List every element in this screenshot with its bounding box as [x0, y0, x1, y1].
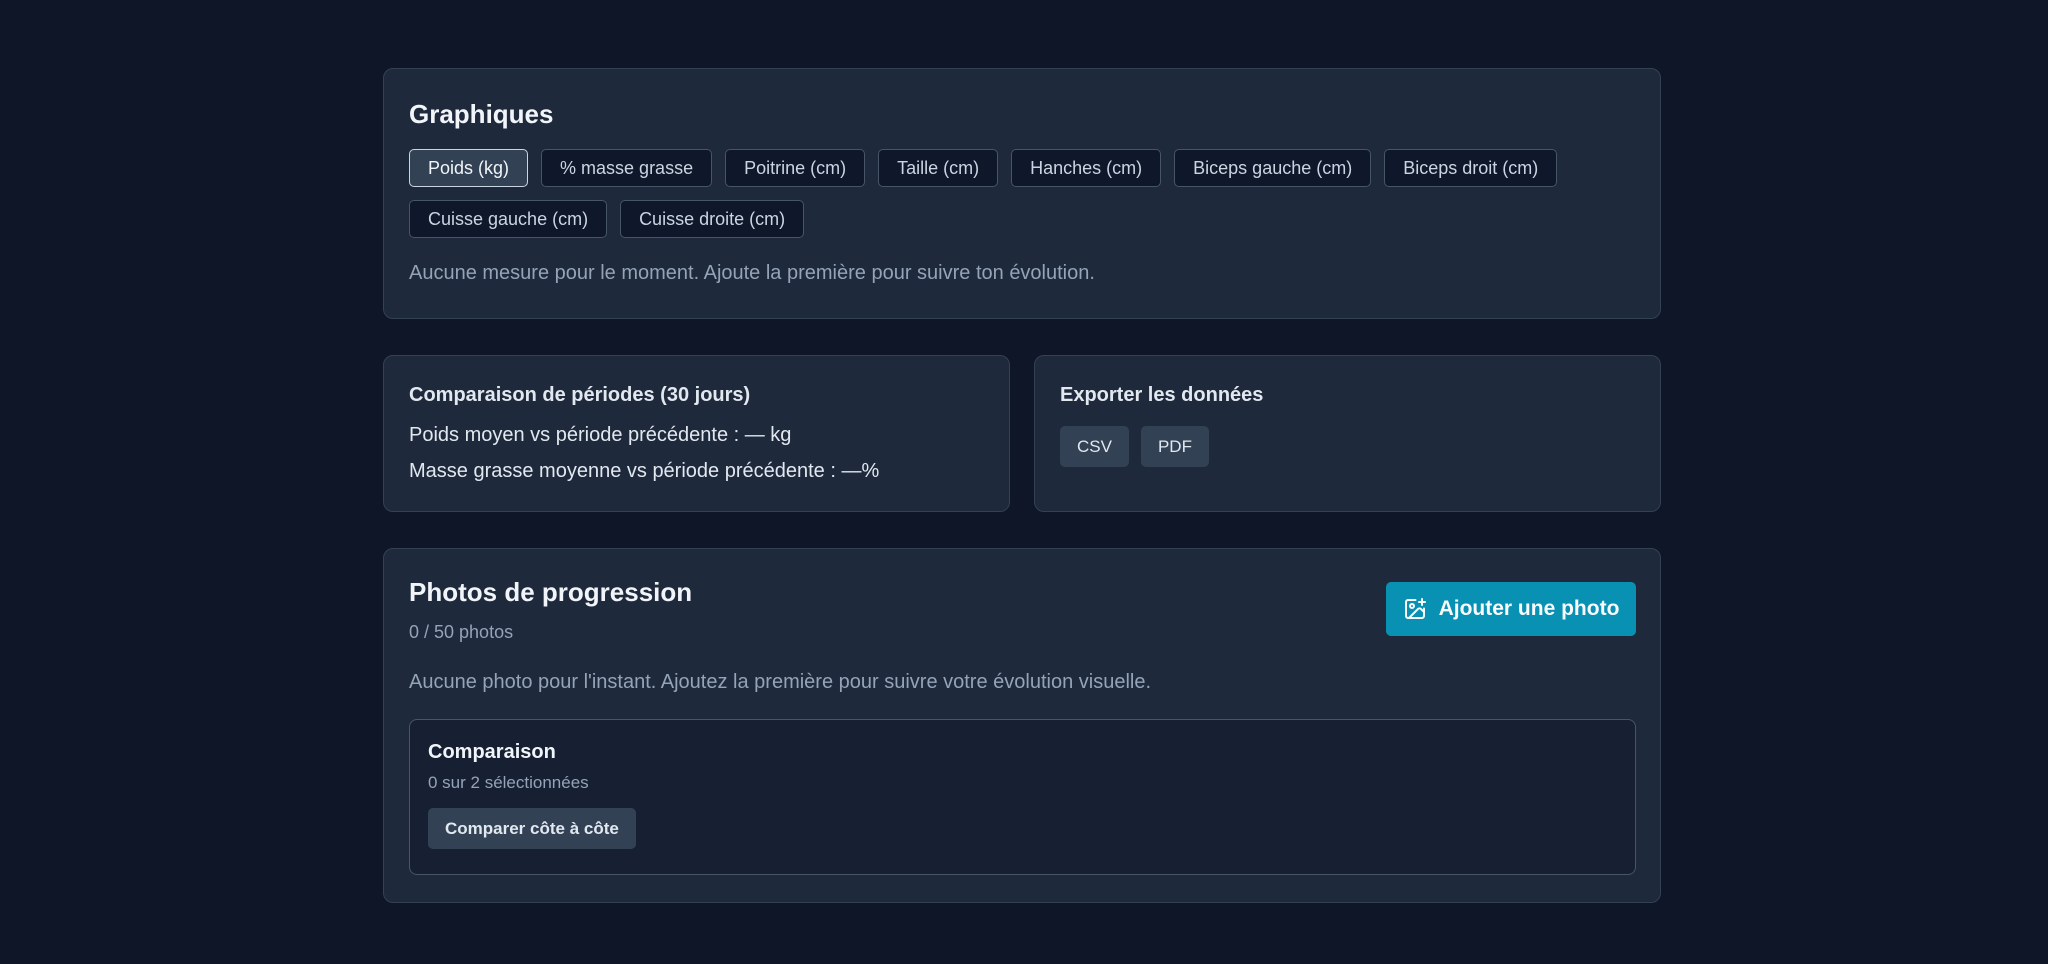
period-comparison-card: Comparaison de périodes (30 jours) Poids…: [383, 355, 1010, 512]
metric-chip-body-fat[interactable]: % masse grasse: [541, 149, 713, 187]
photos-empty-message: Aucune photo pour l'instant. Ajoutez la …: [409, 671, 1152, 693]
compare-side-by-side-button[interactable]: Comparer côte à côte: [428, 808, 636, 849]
period-comparison-title: Comparaison de périodes (30 jours): [409, 384, 751, 406]
photo-selection-count: 0 sur 2 sélectionnées: [428, 773, 589, 792]
export-title: Exporter les données: [1060, 384, 1264, 406]
metric-chip-left-biceps[interactable]: Biceps gauche (cm): [1174, 149, 1372, 187]
metric-chip-weight[interactable]: Poids (kg): [409, 149, 529, 187]
photo-comparison-panel: Comparaison 0 sur 2 sélectionnées Compar…: [409, 719, 1636, 875]
charts-empty-message: Aucune mesure pour le moment. Ajoute la …: [409, 262, 1095, 284]
add-photo-button[interactable]: Ajouter une photo: [1386, 582, 1636, 636]
add-photo-label: Ajouter une photo: [1438, 597, 1620, 620]
charts-card: Graphiques Poids (kg) % masse grasse Poi…: [383, 68, 1661, 319]
metric-chip-right-biceps[interactable]: Biceps droit (cm): [1384, 149, 1558, 187]
secondary-row: Comparaison de périodes (30 jours) Poids…: [383, 355, 1661, 512]
export-buttons: CSV PDF: [1060, 426, 1635, 467]
progress-photos-card: Photos de progression 0 / 50 photos Ajou…: [383, 548, 1661, 903]
weight-comparison-text: Poids moyen vs période précédente : — kg: [409, 424, 792, 446]
metric-chip-waist[interactable]: Taille (cm): [878, 149, 999, 187]
image-plus-icon: [1403, 597, 1427, 621]
photo-comparison-title: Comparaison: [428, 741, 556, 763]
page-content: Graphiques Poids (kg) % masse grasse Poi…: [383, 68, 1661, 903]
metric-chip-left-thigh[interactable]: Cuisse gauche (cm): [409, 200, 608, 238]
metric-selector: Poids (kg) % masse grasse Poitrine (cm) …: [409, 149, 1649, 238]
body-fat-comparison-text: Masse grasse moyenne vs période précéden…: [409, 460, 880, 482]
metric-chip-chest[interactable]: Poitrine (cm): [725, 149, 866, 187]
export-csv-button[interactable]: CSV: [1060, 426, 1129, 467]
charts-title: Graphiques: [409, 99, 554, 129]
export-card: Exporter les données CSV PDF: [1034, 355, 1661, 512]
metric-chip-hips[interactable]: Hanches (cm): [1011, 149, 1162, 187]
metric-chip-right-thigh[interactable]: Cuisse droite (cm): [620, 200, 805, 238]
export-pdf-button[interactable]: PDF: [1140, 426, 1209, 467]
